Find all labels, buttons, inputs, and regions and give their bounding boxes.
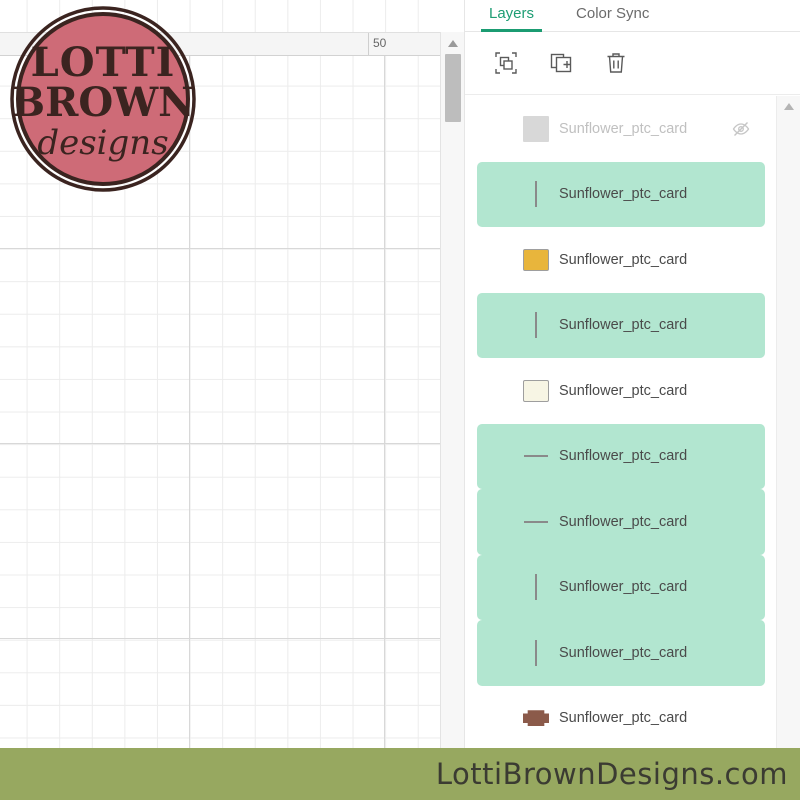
layer-name-label: Sunflower_ptc_card	[559, 120, 688, 137]
layer-name-label: Sunflower_ptc_card	[559, 579, 688, 596]
layer-list[interactable]: Sunflower_ptc_card Sunflower_ptc_card Sunf…	[465, 96, 800, 748]
panel-scroll-up-arrow-icon[interactable]	[777, 98, 800, 114]
layer-thumbnail-vertical-line	[523, 312, 549, 339]
footer-bar: LottiBrownDesigns.com	[0, 748, 800, 800]
layer-name-label: Sunflower_ptc_card	[559, 513, 688, 530]
layer-thumbnail-rect	[523, 248, 549, 271]
tab-layers[interactable]: Layers	[480, 0, 543, 32]
layer-name-label: Sunflower_ptc_card	[559, 644, 688, 661]
layer-thumbnail-vertical-line	[523, 574, 549, 601]
layer-row[interactable]: Sunflower_ptc_card	[477, 489, 765, 555]
layer-name-label: Sunflower_ptc_card	[559, 317, 688, 334]
svg-text:BROWN: BROWN	[11, 79, 194, 126]
tab-color-sync[interactable]: Color Sync	[572, 0, 653, 32]
layer-row[interactable]: Sunflower_ptc_card	[477, 161, 765, 227]
layer-thumbnail-horizontal-line	[523, 445, 549, 467]
layer-thumbnail-horizontal-line	[523, 511, 549, 533]
layer-thumbnail-swatch	[523, 115, 549, 142]
svg-text:designs: designs	[37, 123, 168, 163]
tab-layers-label: Layers	[489, 5, 535, 22]
layer-row[interactable]: Sunflower_ptc_card	[477, 554, 765, 620]
panel-vertical-scrollbar[interactable]	[776, 96, 800, 748]
canvas-vertical-scrollbar[interactable]	[440, 32, 464, 748]
panel-tabs: Layers Color Sync	[465, 0, 800, 32]
right-panel: Layers Color Sync Sunflower_ptc_card Sun…	[464, 0, 800, 748]
canvas-scrollbar-thumb[interactable]	[445, 54, 461, 122]
layer-row[interactable]: Sunflower_ptc_card	[477, 423, 765, 489]
layer-row[interactable]: Sunflower_ptc_card	[477, 686, 765, 749]
layer-thumbnail-vertical-line	[523, 639, 549, 666]
layer-name-label: Sunflower_ptc_card	[559, 251, 688, 268]
tab-color-sync-label: Color Sync	[576, 5, 650, 22]
layer-row[interactable]: Sunflower_ptc_card	[477, 620, 765, 686]
ruler-tick-50: 50	[373, 36, 387, 50]
layer-toolbar	[465, 32, 800, 95]
layer-name-label: Sunflower_ptc_card	[559, 710, 688, 727]
design-canvas[interactable]: 50 LOTTI BROWN designs	[0, 0, 464, 748]
duplicate-icon[interactable]	[546, 48, 576, 78]
layer-thumbnail-vertical-line	[523, 181, 549, 208]
scroll-up-arrow-icon[interactable]	[441, 34, 464, 52]
layer-thumbnail-shape	[523, 707, 549, 729]
layer-name-label: Sunflower_ptc_card	[559, 382, 688, 399]
eye-off-icon[interactable]	[731, 119, 751, 139]
footer-website-text: LottiBrownDesigns.com	[435, 757, 788, 791]
delete-icon[interactable]	[601, 48, 631, 78]
layer-name-label: Sunflower_ptc_card	[559, 186, 688, 203]
layer-row[interactable]: Sunflower_ptc_card	[477, 358, 765, 424]
app-root: 50 LOTTI BROWN designs Layers Color Sync…	[0, 0, 800, 800]
lotti-brown-logo: LOTTI BROWN designs	[8, 4, 198, 194]
layer-thumbnail-rect	[523, 379, 549, 402]
layer-row[interactable]: Sunflower_ptc_card	[477, 227, 765, 293]
layer-row[interactable]: Sunflower_ptc_card	[477, 292, 765, 358]
group-icon[interactable]	[491, 48, 521, 78]
layer-name-label: Sunflower_ptc_card	[559, 448, 688, 465]
layer-row[interactable]: Sunflower_ptc_card	[477, 96, 765, 162]
